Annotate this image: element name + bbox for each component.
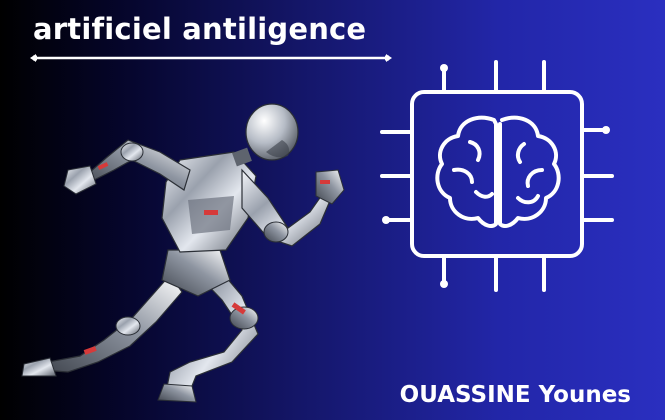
- banner-canvas: artificiel antiligence OUASSINE Younes: [0, 0, 665, 420]
- title-underline-decoration: [30, 54, 392, 62]
- banner-title: artificiel antiligence: [33, 12, 367, 46]
- running-robot-illustration: [21, 103, 345, 403]
- ai-brain-chip-icon: [380, 60, 614, 292]
- author-name: OUASSINE Younes: [399, 382, 631, 408]
